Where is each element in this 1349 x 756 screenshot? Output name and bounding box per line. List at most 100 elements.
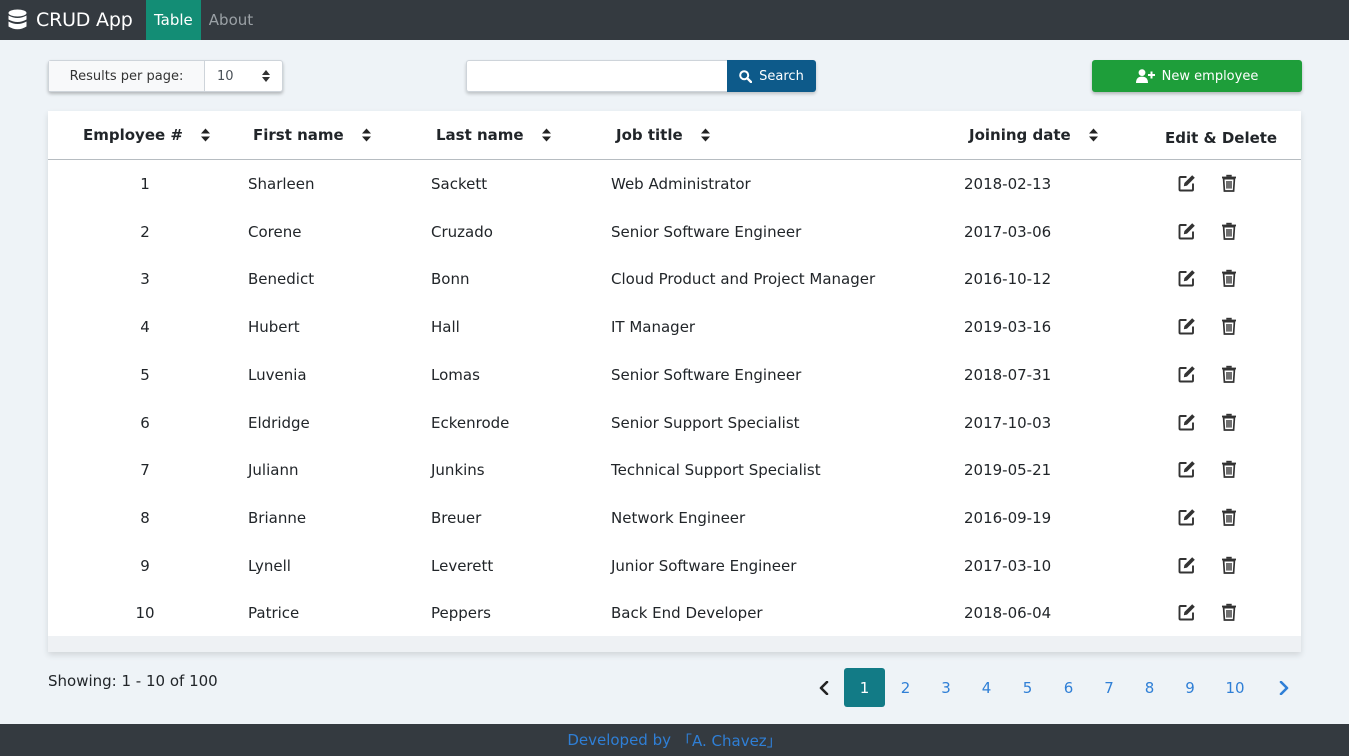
- table-row: 6 Eldridge Eckenrode Senior Support Special…: [48, 399, 1301, 446]
- brand-title: CRUD App: [36, 9, 133, 31]
- edit-button[interactable]: [1178, 413, 1196, 431]
- table-row: 2 Corene Cruzado Senior Software Engineer 20…: [48, 208, 1301, 255]
- cell-joining-date: 2017-10-03: [964, 413, 1052, 432]
- header-label: Employee #: [83, 126, 183, 144]
- cell-last-name: Cruzado: [431, 222, 493, 241]
- edit-icon: [1178, 414, 1195, 431]
- page-7-button[interactable]: 7: [1089, 668, 1129, 707]
- header-job-title[interactable]: Job title: [616, 111, 710, 159]
- user-plus-icon: [1135, 69, 1155, 83]
- cell-joining-date: 2018-02-13: [964, 174, 1052, 193]
- edit-icon: [1178, 604, 1195, 621]
- cell-last-name: Eckenrode: [431, 413, 510, 432]
- delete-button[interactable]: [1220, 365, 1238, 383]
- page-10-button[interactable]: 10: [1210, 668, 1260, 707]
- page-1-button[interactable]: 1: [844, 668, 885, 707]
- search-input[interactable]: [466, 60, 727, 92]
- edit-button[interactable]: [1178, 222, 1196, 240]
- table-row: 4 Hubert Hall IT Manager 2019-03-16: [48, 303, 1301, 350]
- results-per-page-select[interactable]: 10: [205, 61, 282, 91]
- page-9-button[interactable]: 9: [1170, 668, 1210, 707]
- delete-button[interactable]: [1220, 603, 1238, 621]
- cell-first-name: Brianne: [248, 508, 307, 527]
- edit-button[interactable]: [1178, 269, 1196, 287]
- tab-about[interactable]: About: [201, 0, 261, 40]
- cell-first-name: Sharleen: [248, 174, 315, 193]
- cell-last-name: Junkins: [431, 460, 485, 479]
- header-label: Edit & Delete: [1165, 129, 1278, 147]
- results-per-page: Results per page: 10: [48, 60, 283, 92]
- cell-job-title: Senior Support Specialist: [611, 413, 800, 432]
- cell-employee-number: 2: [140, 222, 150, 241]
- cell-last-name: Bonn: [431, 269, 470, 288]
- results-per-page-label: Results per page:: [49, 61, 205, 91]
- delete-button[interactable]: [1220, 413, 1238, 431]
- edit-button[interactable]: [1178, 603, 1196, 621]
- pagination: 1 2 3 4 5 6 7 8 9 10: [803, 668, 1308, 707]
- sort-icon: [700, 128, 710, 142]
- delete-button[interactable]: [1220, 222, 1238, 240]
- cell-joining-date: 2016-10-12: [964, 269, 1052, 288]
- header-last-name[interactable]: Last name: [436, 111, 551, 159]
- header-joining-date[interactable]: Joining date: [969, 111, 1098, 159]
- delete-button[interactable]: [1220, 556, 1238, 574]
- edit-icon: [1178, 223, 1195, 240]
- page-3-button[interactable]: 3: [926, 668, 966, 707]
- delete-button[interactable]: [1220, 508, 1238, 526]
- cell-first-name: Benedict: [248, 269, 315, 288]
- author-link[interactable]: 「A. Chavez」: [677, 730, 782, 751]
- page-8-button[interactable]: 8: [1129, 668, 1170, 707]
- cell-job-title: Senior Software Engineer: [611, 222, 802, 241]
- table-row: 10 Patrice Peppers Back End Developer 2018-0…: [48, 589, 1301, 636]
- next-page-button[interactable]: [1260, 668, 1308, 707]
- header-employee-number[interactable]: Employee #: [83, 111, 210, 159]
- table-row: 8 Brianne Breuer Network Engineer 2016-09-19: [48, 494, 1301, 541]
- cell-job-title: Senior Software Engineer: [611, 365, 802, 384]
- delete-button[interactable]: [1220, 174, 1238, 192]
- edit-icon: [1178, 557, 1195, 574]
- edit-button[interactable]: [1178, 317, 1196, 335]
- cell-last-name: Leverett: [431, 556, 494, 575]
- cell-employee-number: 3: [140, 269, 150, 288]
- cell-first-name: Juliann: [248, 460, 299, 479]
- delete-button[interactable]: [1220, 269, 1238, 287]
- trash-icon: [1222, 460, 1236, 478]
- page-4-button[interactable]: 4: [966, 668, 1007, 707]
- search-group: Search: [466, 60, 816, 92]
- delete-button[interactable]: [1220, 317, 1238, 335]
- search-button[interactable]: Search: [727, 60, 816, 92]
- table-row: 5 Luvenia Lomas Senior Software Engineer 201…: [48, 351, 1301, 398]
- chevron-left-icon: [819, 680, 828, 695]
- tab-table[interactable]: Table: [146, 0, 201, 40]
- edit-button[interactable]: [1178, 556, 1196, 574]
- cell-job-title: Web Administrator: [611, 174, 751, 193]
- header-first-name[interactable]: First name: [253, 111, 371, 159]
- cell-job-title: Cloud Product and Project Manager: [611, 269, 876, 288]
- brand[interactable]: CRUD App: [0, 0, 146, 40]
- prev-page-button[interactable]: [803, 668, 844, 707]
- edit-button[interactable]: [1178, 174, 1196, 192]
- sort-icon: [361, 128, 371, 142]
- cell-employee-number: 10: [135, 603, 155, 622]
- header-edit-delete: Edit & Delete: [1165, 114, 1277, 162]
- new-employee-button[interactable]: New employee: [1092, 60, 1302, 92]
- navbar: CRUD App Table About: [0, 0, 1349, 40]
- edit-button[interactable]: [1178, 460, 1196, 478]
- search-button-label: Search: [759, 68, 804, 84]
- header-label: First name: [253, 126, 344, 144]
- header-label: Last name: [436, 126, 524, 144]
- trash-icon: [1222, 603, 1236, 621]
- delete-button[interactable]: [1220, 460, 1238, 478]
- edit-button[interactable]: [1178, 508, 1196, 526]
- header-label: Joining date: [969, 126, 1071, 144]
- cell-employee-number: 6: [140, 413, 150, 432]
- page-5-button[interactable]: 5: [1007, 668, 1048, 707]
- page-6-button[interactable]: 6: [1048, 668, 1089, 707]
- footer-prefix: Developed by: [567, 731, 671, 749]
- cell-first-name: Eldridge: [248, 413, 310, 432]
- table-row: 7 Juliann Junkins Technical Support Special…: [48, 446, 1301, 493]
- page-2-button[interactable]: 2: [885, 668, 926, 707]
- cell-job-title: Back End Developer: [611, 603, 763, 622]
- cell-joining-date: 2017-03-06: [964, 222, 1052, 241]
- edit-button[interactable]: [1178, 365, 1196, 383]
